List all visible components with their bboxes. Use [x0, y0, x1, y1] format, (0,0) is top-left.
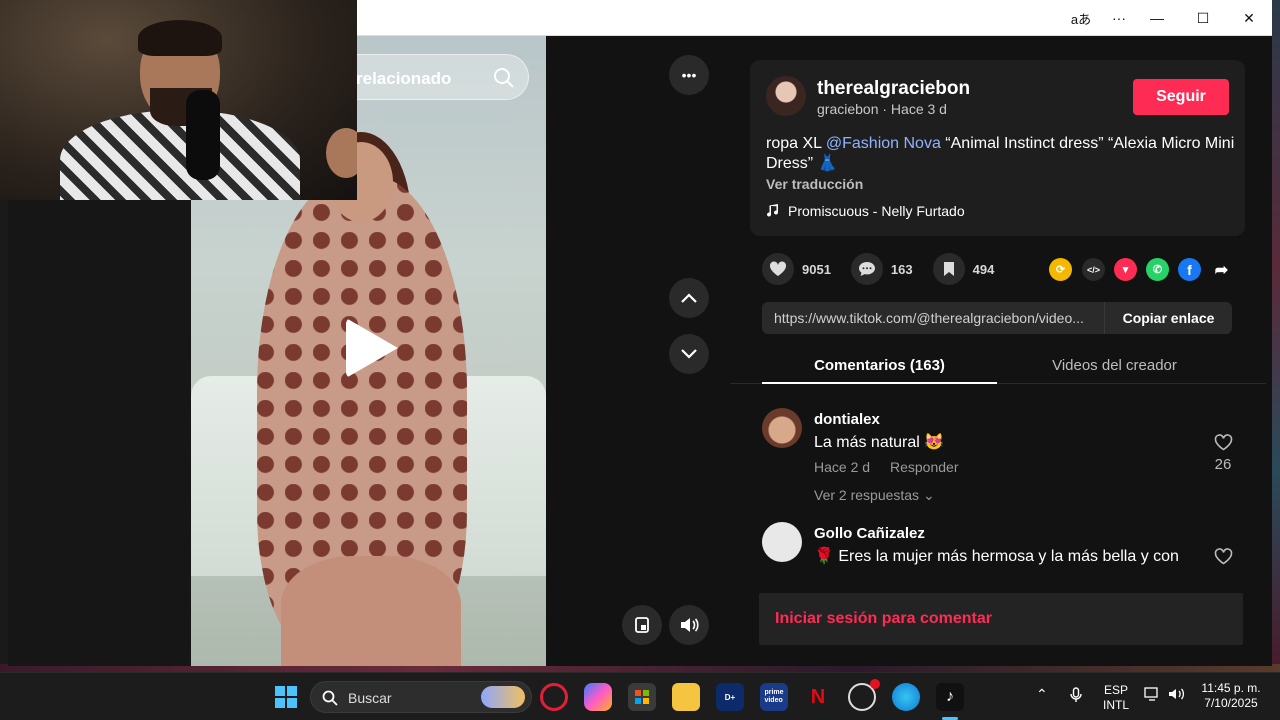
search-icon	[322, 690, 338, 706]
author-username[interactable]: therealgraciebon	[817, 78, 970, 100]
comment-item: Gollo Cañizalez 🌹 Eres la mujer más herm…	[762, 522, 1242, 572]
keyboard-layout: INTL	[1102, 698, 1129, 712]
maximize-button[interactable]: ☐	[1180, 0, 1226, 36]
follow-button[interactable]: Seguir	[1133, 79, 1229, 115]
windows-start-icon[interactable]	[272, 683, 300, 711]
search-highlight-image	[481, 686, 525, 708]
view-replies-button[interactable]: Ver 2 respuestas ⌄	[814, 487, 935, 504]
music-note-icon	[767, 204, 779, 217]
repost-icon[interactable]: ⟳	[1049, 258, 1072, 281]
comment-text: La más natural 😻	[814, 434, 945, 451]
login-to-comment-button[interactable]: Iniciar sesión para comentar	[759, 593, 1243, 645]
translate-link[interactable]: Ver traducción	[766, 176, 863, 192]
comment-time: Hace 2 d	[814, 459, 871, 475]
post-description: ropa XL @Fashion Nova “Animal Instinct d…	[766, 134, 1236, 174]
more-options-button[interactable]: •••	[669, 55, 709, 95]
comment-like-count: 26	[1214, 456, 1232, 473]
file-explorer-icon[interactable]	[672, 683, 700, 711]
store-icon[interactable]	[628, 683, 656, 711]
network-icon[interactable]	[1144, 687, 1160, 705]
copilot-icon[interactable]	[584, 683, 612, 711]
tab-active-indicator	[762, 382, 997, 384]
comment-count: 163	[890, 261, 913, 277]
webcam-person-hair	[138, 20, 222, 56]
close-button[interactable]: ✕	[1226, 0, 1272, 36]
play-icon[interactable]	[346, 318, 398, 378]
clock[interactable]: 11:45 p. m. 7/10/2025	[1196, 681, 1266, 711]
commenter-name[interactable]: Gollo Cañizalez	[814, 525, 925, 542]
whatsapp-icon[interactable]: ✆	[1146, 258, 1169, 281]
post-info-card: therealgraciebon graciebon · Hace 3 d Se…	[750, 60, 1245, 236]
taskbar: Buscar D+ prime video N ♪ ⌃ ESP INTL 11:…	[0, 672, 1280, 720]
prime-video-icon[interactable]: prime video	[760, 683, 788, 711]
comment-like-icon[interactable]	[1211, 548, 1235, 570]
send-icon[interactable]: ▾	[1114, 258, 1137, 281]
comment-stat[interactable]: 163	[850, 253, 913, 285]
microphone	[186, 90, 220, 180]
like-count: 9051	[802, 261, 831, 277]
search-icon[interactable]	[493, 67, 515, 89]
music-title: Promiscuous - Nelly Furtado	[788, 203, 965, 219]
taskbar-search[interactable]: Buscar	[310, 681, 532, 713]
music-link[interactable]: Promiscuous - Nelly Furtado	[766, 203, 965, 219]
bookmark-icon[interactable]	[932, 253, 965, 285]
commenter-avatar[interactable]	[762, 408, 802, 448]
chevron-up-icon	[681, 293, 697, 303]
save-stat[interactable]: 494	[932, 253, 995, 285]
mention-link[interactable]: @Fashion Nova	[826, 135, 941, 152]
share-arrow-icon[interactable]: ➦	[1210, 258, 1233, 281]
embed-icon[interactable]: </>	[1082, 258, 1105, 281]
link-box: https://www.tiktok.com/@therealgraciebon…	[762, 302, 1232, 334]
copy-link-button[interactable]: Copiar enlace	[1104, 302, 1232, 334]
video-subject-legs	[281, 556, 461, 666]
related-search-text[interactable]: relacionado	[356, 69, 451, 89]
microphone-icon[interactable]	[1070, 687, 1082, 707]
disney-plus-icon[interactable]: D+	[716, 683, 744, 711]
minimize-button[interactable]: —	[1134, 0, 1180, 36]
webcam-overlay	[0, 0, 357, 200]
comment-item: dontialex La más natural 😻 Hace 2 d Resp…	[762, 408, 1242, 508]
heart-icon[interactable]	[762, 253, 794, 285]
chevron-down-icon	[681, 349, 697, 359]
search-placeholder: Buscar	[348, 690, 392, 706]
stats-row: 9051 163 494	[762, 252, 1014, 286]
tab-creator-videos[interactable]: Videos del creador	[997, 347, 1232, 383]
netflix-icon[interactable]: N	[804, 683, 832, 711]
facebook-icon[interactable]: f	[1178, 258, 1201, 281]
video-url[interactable]: https://www.tiktok.com/@therealgraciebon…	[774, 310, 1104, 326]
speaker-icon[interactable]	[1168, 687, 1186, 705]
left-pane	[8, 200, 191, 666]
opera-icon[interactable]	[540, 683, 568, 711]
next-video-button[interactable]	[669, 334, 709, 374]
volume-button[interactable]	[669, 605, 709, 645]
notification-badge	[870, 679, 880, 689]
tab-comments[interactable]: Comentarios (163)	[762, 347, 997, 383]
previous-video-button[interactable]	[669, 278, 709, 318]
tiktok-icon[interactable]: ♪	[936, 683, 964, 711]
author-subline: graciebon · Hace 3 d	[817, 101, 947, 117]
edge-icon[interactable]	[892, 683, 920, 711]
miniplayer-button[interactable]	[622, 605, 662, 645]
commenter-avatar[interactable]	[762, 522, 802, 562]
author-avatar[interactable]	[766, 76, 806, 116]
comment-icon[interactable]	[850, 253, 883, 285]
commenter-name[interactable]: dontialex	[814, 411, 880, 428]
obs-icon[interactable]	[848, 679, 880, 711]
like-stat[interactable]: 9051	[762, 253, 831, 285]
desc-prefix: ropa XL	[766, 135, 826, 152]
reply-button[interactable]: Responder	[890, 459, 959, 475]
clock-date: 7/10/2025	[1204, 696, 1258, 710]
language-indicator[interactable]: ESP INTL	[1098, 683, 1134, 713]
volume-icon	[681, 618, 699, 632]
clock-time: 11:45 p. m.	[1201, 681, 1261, 695]
screen: aあ ··· — ☐ ✕ relacionado ••• therealgrac…	[0, 0, 1280, 720]
comment-like-icon[interactable]	[1211, 434, 1235, 456]
miniplayer-icon	[635, 617, 649, 633]
language-code: ESP	[1103, 683, 1128, 697]
comment-text: 🌹 Eres la mujer más hermosa y la más bel…	[814, 548, 1179, 565]
show-hidden-icons[interactable]: ⌃	[1036, 687, 1048, 702]
save-count: 494	[972, 261, 995, 277]
